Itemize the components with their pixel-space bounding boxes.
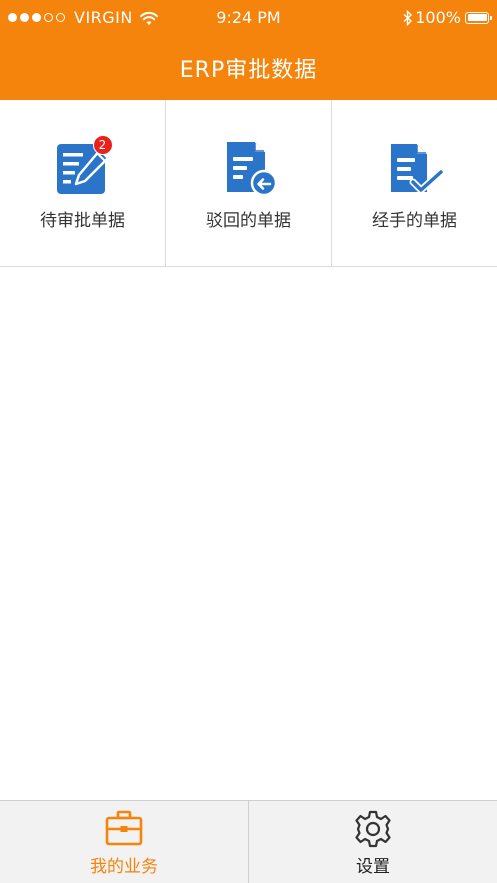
menu-item-label: 驳回的单据 [206,211,291,231]
bluetooth-icon [403,9,413,26]
tab-label: 我的业务 [90,857,158,877]
menu-item-pending-approval[interactable]: 2 待审批单据 [0,100,166,266]
pending-count-badge: 2 [92,135,113,155]
battery-percentage: 100% [415,8,461,27]
tab-label: 设置 [356,857,390,877]
menu-grid: 2 待审批单据 驳回的单据 经手的单据 [0,100,497,267]
edit-document-icon: 2 [51,135,115,198]
menu-item-rejected[interactable]: 驳回的单据 [166,100,332,266]
tab-my-business[interactable]: 我的业务 [0,801,249,883]
battery-icon [465,11,492,24]
status-right: 100% [403,8,492,27]
menu-item-handled[interactable]: 经手的单据 [332,100,497,266]
tab-settings[interactable]: 设置 [249,801,497,883]
briefcase-icon [104,809,144,849]
menu-item-label: 待审批单据 [40,211,125,231]
tab-bar: 我的业务 设置 [0,800,497,883]
gear-icon [353,809,393,849]
rejected-document-icon [217,138,281,198]
menu-item-label: 经手的单据 [372,211,457,231]
page-title: ERP审批数据 [179,58,318,83]
status-bar: VIRGIN 9:24 PM 100% [0,0,497,34]
checked-document-icon [383,138,447,198]
header: VIRGIN 9:24 PM 100% ERP审批数据 [0,0,497,100]
